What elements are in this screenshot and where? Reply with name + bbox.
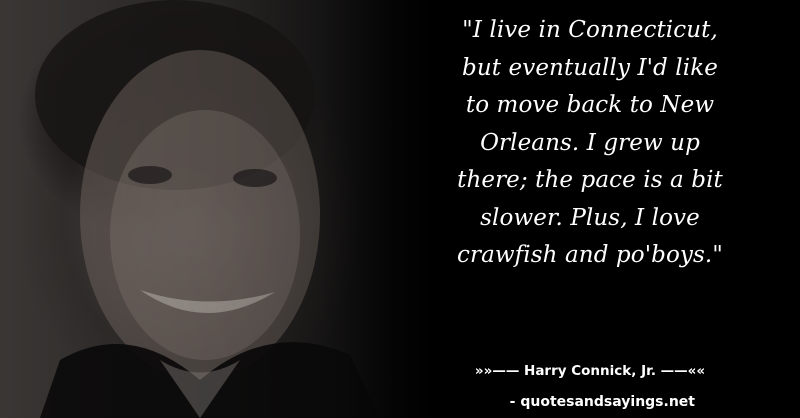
source-watermark: - quotesandsayings.net — [509, 394, 695, 410]
quote-line: slower. Plus, I love — [480, 204, 700, 231]
quote-card: "I live in Connecticut, but eventually I… — [0, 0, 800, 418]
quote-line: but eventually I'd like — [462, 54, 718, 81]
quote-author: »»—— Harry Connick, Jr. ——«« — [474, 363, 706, 379]
quote-line: there; the pace is a bit — [457, 167, 723, 193]
quote-line: to move back to New — [465, 92, 715, 118]
quote-line: crawfish and po'boys." — [457, 242, 723, 268]
quote-line: Orleans. I grew up — [480, 129, 700, 156]
quote-line: "I live in Connecticut, — [462, 17, 718, 43]
quote-text: "I live in Connecticut, but eventually I… — [394, 12, 786, 275]
